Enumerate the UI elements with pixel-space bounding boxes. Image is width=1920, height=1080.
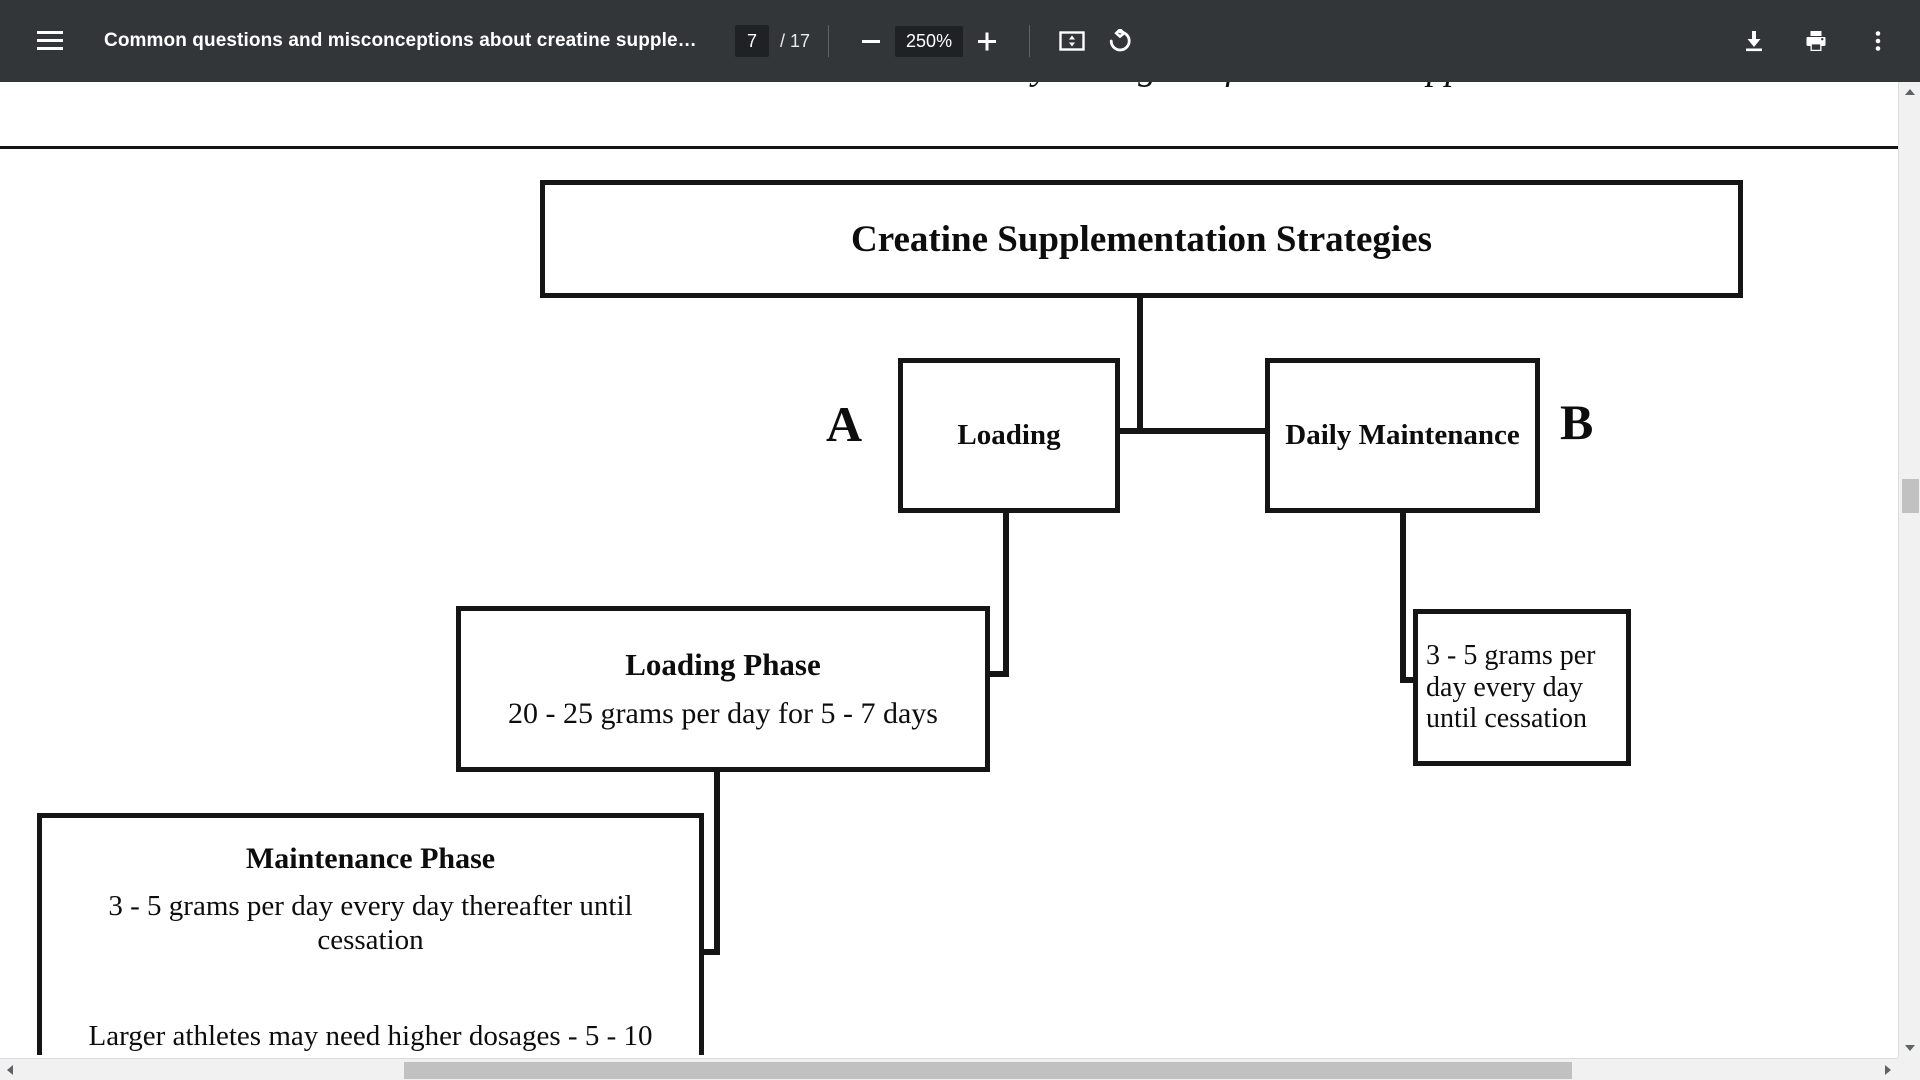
horizontal-scrollbar-thumb[interactable] [404, 1062, 1572, 1079]
connector-loadingphase-vertical [714, 765, 720, 955]
flowchart-node-daily-maintenance: Daily Maintenance [1265, 358, 1540, 513]
loading-phase-title: Loading Phase [625, 647, 821, 682]
flowchart-node-maintenance-phase: Maintenance Phase 3 - 5 grams per day ev… [37, 813, 704, 1055]
rotate-counterclockwise-icon[interactable] [1096, 17, 1144, 65]
maintenance-phase-detail-1: 3 - 5 grams per day every day thereafter… [108, 890, 633, 956]
vertical-scrollbar[interactable] [1898, 82, 1920, 1058]
zoom-level-value[interactable]: 250% [895, 25, 964, 57]
root-title: Creatine Supplementation Strategies [851, 218, 1432, 260]
plus-icon[interactable] [963, 17, 1011, 65]
connector-root-horizontal-bus [1113, 428, 1278, 434]
flowchart-node-root: Creatine Supplementation Strategies [540, 180, 1743, 298]
flowchart-node-daily-dose: 3 - 5 grams per day every day until cess… [1413, 609, 1631, 766]
connector-loading-vertical [1003, 513, 1009, 677]
loading-phase-detail: 20 - 25 grams per day for 5 - 7 days [508, 697, 938, 730]
fit-to-page-icon[interactable] [1048, 17, 1096, 65]
toolbar-center-controls: / 17 250% [735, 0, 1144, 82]
loading-title: Loading [957, 419, 1061, 451]
more-vertical-icon[interactable] [1854, 17, 1902, 65]
minus-icon[interactable] [847, 17, 895, 65]
triangle-right-icon[interactable] [1878, 1059, 1898, 1080]
toolbar-right-controls [1716, 0, 1902, 82]
pdf-viewer-toolbar: Common questions and misconceptions abou… [0, 0, 1920, 82]
pdf-page-canvas: ith creatine to increase intramuscular d… [0, 82, 1898, 1055]
page-number-input[interactable] [735, 25, 769, 57]
print-icon[interactable] [1792, 17, 1840, 65]
maintenance-phase-detail-2: Larger athletes may need higher dosages … [88, 1019, 653, 1055]
scrollbar-corner [1898, 1058, 1920, 1080]
triangle-down-icon[interactable] [1899, 1038, 1920, 1058]
creatine-supplementation-flowchart: Creatine Supplementation Strategies A B … [0, 82, 1898, 1055]
connector-root-vertical [1137, 298, 1143, 433]
connector-daily-vertical [1400, 513, 1406, 683]
branch-label-a: A [826, 396, 863, 452]
triangle-up-icon[interactable] [1899, 82, 1920, 102]
daily-maintenance-title: Daily Maintenance [1285, 418, 1520, 451]
horizontal-scrollbar[interactable] [0, 1058, 1898, 1080]
flowchart-node-loading: Loading [898, 358, 1120, 513]
flowchart-node-loading-phase: Loading Phase 20 - 25 grams per day for … [456, 606, 990, 772]
triangle-left-icon[interactable] [0, 1059, 20, 1080]
vertical-scrollbar-thumb[interactable] [1902, 479, 1919, 513]
daily-dose-detail: 3 - 5 grams per day every day until cess… [1426, 640, 1596, 735]
download-icon[interactable] [1730, 17, 1778, 65]
document-title: Common questions and misconceptions abou… [104, 30, 697, 51]
hamburger-menu-icon[interactable] [26, 17, 74, 65]
pdf-viewer-area[interactable]: ith creatine to increase intramuscular d… [0, 82, 1920, 1080]
page-total-label: / 17 [780, 30, 811, 51]
maintenance-phase-title: Maintenance Phase [245, 842, 496, 875]
branch-label-b: B [1560, 394, 1594, 450]
toolbar-divider-2 [1029, 25, 1031, 57]
toolbar-divider-1 [828, 25, 830, 57]
